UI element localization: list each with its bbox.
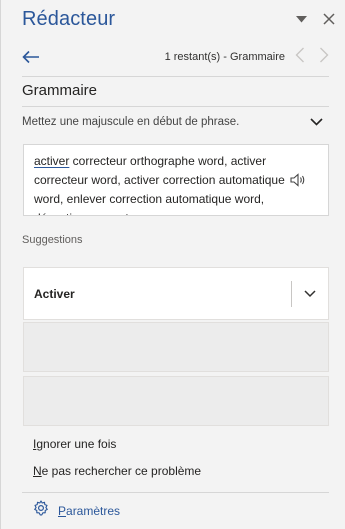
issues-remaining-status: 1 restant(s) - Grammaire bbox=[164, 51, 285, 63]
arrow-left-icon[interactable] bbox=[22, 50, 40, 64]
suggestion-label[interactable]: Activer bbox=[34, 287, 291, 301]
pane-title: Rédacteur bbox=[22, 7, 116, 30]
section-title: Grammaire bbox=[22, 82, 98, 99]
section-divider bbox=[22, 106, 329, 107]
close-icon[interactable] bbox=[323, 13, 335, 25]
ignore-once-link[interactable]: Ignorer une fois bbox=[33, 437, 116, 451]
pane-options-icon[interactable] bbox=[296, 15, 307, 23]
issue-summary[interactable]: Mettez une majuscule en début de phrase. bbox=[22, 113, 323, 131]
pane-left-border bbox=[0, 0, 1, 529]
settings-label: Paramètres bbox=[58, 504, 120, 518]
chevron-down-icon[interactable] bbox=[292, 289, 328, 298]
dont-check-issue-link[interactable]: Ne pas rechercher ce problème bbox=[33, 464, 201, 478]
context-text-box: activer correcteur orthographe word, act… bbox=[23, 144, 329, 216]
settings-link[interactable]: Paramètres bbox=[33, 500, 120, 521]
settings-label-rest: aramètres bbox=[66, 503, 121, 518]
issue-pager bbox=[295, 47, 329, 68]
pane-header-controls bbox=[296, 13, 335, 25]
mnemonic: N bbox=[33, 464, 42, 478]
dont-check-issue-label: e pas rechercher ce problème bbox=[41, 464, 202, 478]
footer-divider bbox=[22, 492, 329, 493]
mnemonic: P bbox=[58, 503, 67, 518]
suggestions-label: Suggestions bbox=[22, 234, 83, 246]
chevron-right-icon[interactable] bbox=[319, 47, 329, 68]
chevron-down-icon[interactable] bbox=[310, 113, 323, 131]
gear-icon bbox=[33, 500, 49, 521]
empty-suggestion-slot bbox=[23, 376, 329, 426]
header-divider bbox=[22, 76, 329, 77]
chevron-left-icon[interactable] bbox=[295, 47, 305, 68]
issue-description: Mettez une majuscule en début de phrase. bbox=[22, 116, 240, 128]
ignore-once-label: gnorer une fois bbox=[36, 437, 117, 451]
context-text: correcteur orthographe word, activer cor… bbox=[34, 154, 285, 215]
flagged-word[interactable]: activer bbox=[34, 154, 69, 168]
issue-navigation: 1 restant(s) - Grammaire bbox=[22, 44, 329, 70]
speaker-icon[interactable] bbox=[290, 173, 306, 193]
pane-header: Rédacteur bbox=[22, 6, 337, 32]
suggestion-card[interactable]: Activer bbox=[23, 267, 329, 320]
empty-suggestion-slot bbox=[23, 322, 329, 372]
